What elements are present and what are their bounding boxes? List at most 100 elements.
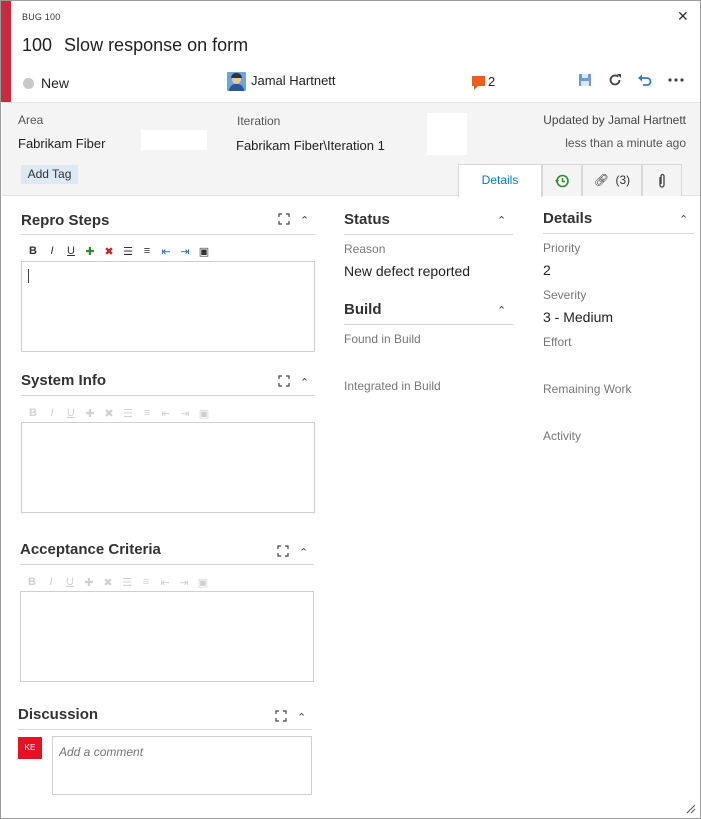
bold-icon[interactable]: B (24, 574, 40, 590)
bold-icon[interactable]: B (25, 243, 41, 259)
repro-steps-editor[interactable] (21, 261, 315, 352)
section-divider (20, 564, 314, 565)
remove-link-icon[interactable]: ✖ (101, 243, 117, 259)
insert-image-icon[interactable]: ▣ (196, 405, 212, 421)
remove-link-icon[interactable]: ✖ (101, 405, 117, 421)
save-icon[interactable] (576, 71, 594, 89)
maximize-icon[interactable] (278, 213, 290, 225)
bullet-list-icon[interactable]: ☰ (119, 574, 135, 590)
refresh-icon[interactable] (606, 71, 624, 89)
indent-icon[interactable]: ⇥ (176, 574, 192, 590)
section-divider (21, 234, 315, 235)
underline-icon[interactable]: U (62, 574, 78, 590)
maximize-icon[interactable] (278, 375, 290, 387)
severity-field[interactable]: 3 - Medium (543, 309, 613, 325)
insert-link-icon[interactable]: ✚ (82, 243, 98, 259)
numbered-list-icon[interactable]: ≡ (139, 405, 155, 421)
collapse-chevron-icon[interactable]: ⌃ (679, 213, 688, 226)
italic-icon[interactable]: I (44, 405, 60, 421)
rte-toolbar: B I U ✚ ✖ ☰ ≡ ⇤ ⇥ ▣ (24, 574, 211, 590)
history-icon (555, 174, 569, 188)
insert-link-icon[interactable]: ✚ (82, 405, 98, 421)
close-button[interactable]: ✕ (677, 8, 689, 25)
italic-icon[interactable]: I (43, 574, 59, 590)
indent-icon[interactable]: ⇥ (177, 243, 193, 259)
iteration-field-box (427, 113, 467, 155)
outdent-icon[interactable]: ⇤ (158, 243, 174, 259)
bold-icon[interactable]: B (25, 405, 41, 421)
insert-image-icon[interactable]: ▣ (195, 574, 211, 590)
undo-icon[interactable] (636, 71, 654, 89)
work-item-type-label: BUG 100 (22, 12, 61, 22)
maximize-icon[interactable] (277, 545, 289, 557)
integrated-in-build-label: Integrated in Build (344, 379, 441, 393)
comment-count[interactable]: 2 (488, 74, 495, 89)
collapse-chevron-icon[interactable]: ⌃ (300, 376, 309, 389)
section-divider (344, 324, 513, 325)
collapse-chevron-icon[interactable]: ⌃ (300, 214, 309, 227)
tab-details[interactable]: Details (458, 164, 542, 197)
section-divider (21, 395, 315, 396)
iteration-label: Iteration (237, 114, 281, 128)
state-indicator-icon (23, 78, 34, 89)
outdent-icon[interactable]: ⇤ (158, 405, 174, 421)
comment-box[interactable] (52, 736, 312, 795)
system-info-title: System Info (21, 372, 107, 389)
priority-field[interactable]: 2 (543, 262, 551, 278)
comment-icon[interactable] (472, 76, 485, 90)
reason-field[interactable]: New defect reported (344, 263, 470, 279)
paperclip-icon (659, 173, 665, 188)
outdent-icon[interactable]: ⇤ (157, 574, 173, 590)
tab-attachments[interactable] (642, 164, 682, 196)
maximize-icon[interactable] (275, 710, 287, 722)
insert-image-icon[interactable]: ▣ (196, 243, 212, 259)
acceptance-criteria-editor[interactable] (20, 591, 314, 682)
resize-grip-icon[interactable] (684, 802, 696, 814)
rte-toolbar: B I U ✚ ✖ ☰ ≡ ⇤ ⇥ ▣ (25, 243, 212, 259)
details-title: Details (543, 210, 593, 227)
status-title: Status (344, 211, 390, 228)
tab-links[interactable]: 🔗︎ (3) (582, 164, 642, 196)
collapse-chevron-icon[interactable]: ⌃ (299, 546, 308, 559)
indent-icon[interactable]: ⇥ (177, 405, 193, 421)
underline-icon[interactable]: U (63, 243, 79, 259)
collapse-chevron-icon[interactable]: ⌃ (497, 304, 506, 317)
section-divider (543, 233, 694, 234)
bullet-list-icon[interactable]: ☰ (120, 405, 136, 421)
iteration-field[interactable]: Fabrikam Fiber\Iteration 1 (236, 138, 385, 153)
underline-icon[interactable]: U (63, 405, 79, 421)
reason-label: Reason (344, 242, 386, 256)
found-in-build-label: Found in Build (344, 332, 421, 346)
insert-link-icon[interactable]: ✚ (81, 574, 97, 590)
area-field-box (141, 130, 207, 150)
italic-icon[interactable]: I (44, 243, 60, 259)
priority-label: Priority (543, 241, 581, 255)
system-info-editor[interactable] (21, 422, 315, 513)
link-icon: 🔗︎ (593, 173, 610, 187)
work-item-form: BUG 100 ✕ 100 Slow response on form New J… (0, 0, 701, 819)
comment-input[interactable] (53, 737, 311, 767)
assigned-to-field[interactable]: Jamal Hartnett (251, 73, 336, 88)
collapse-chevron-icon[interactable]: ⌃ (497, 214, 506, 227)
tab-history[interactable] (542, 164, 582, 196)
section-divider (344, 234, 513, 235)
activity-label: Activity (543, 429, 582, 443)
state-dropdown[interactable]: New (41, 75, 69, 91)
updated-time-text[interactable]: less than a minute ago (565, 136, 686, 150)
remaining-work-label: Remaining Work (543, 382, 632, 396)
numbered-list-icon[interactable]: ≡ (139, 243, 155, 259)
discussion-title: Discussion (18, 706, 99, 723)
more-icon[interactable] (667, 71, 685, 89)
area-field[interactable]: Fabrikam Fiber (18, 136, 105, 151)
remove-link-icon[interactable]: ✖ (100, 574, 116, 590)
text-cursor (28, 269, 29, 283)
work-item-title[interactable]: Slow response on form (64, 35, 248, 55)
bullet-list-icon[interactable]: ☰ (120, 243, 136, 259)
numbered-list-icon[interactable]: ≡ (138, 574, 154, 590)
add-tag-button[interactable]: Add Tag (21, 165, 78, 184)
section-divider (18, 729, 312, 730)
collapse-chevron-icon[interactable]: ⌃ (297, 711, 306, 724)
area-label: Area (18, 113, 44, 127)
assigned-user-avatar (227, 72, 246, 91)
build-title: Build (344, 301, 382, 318)
